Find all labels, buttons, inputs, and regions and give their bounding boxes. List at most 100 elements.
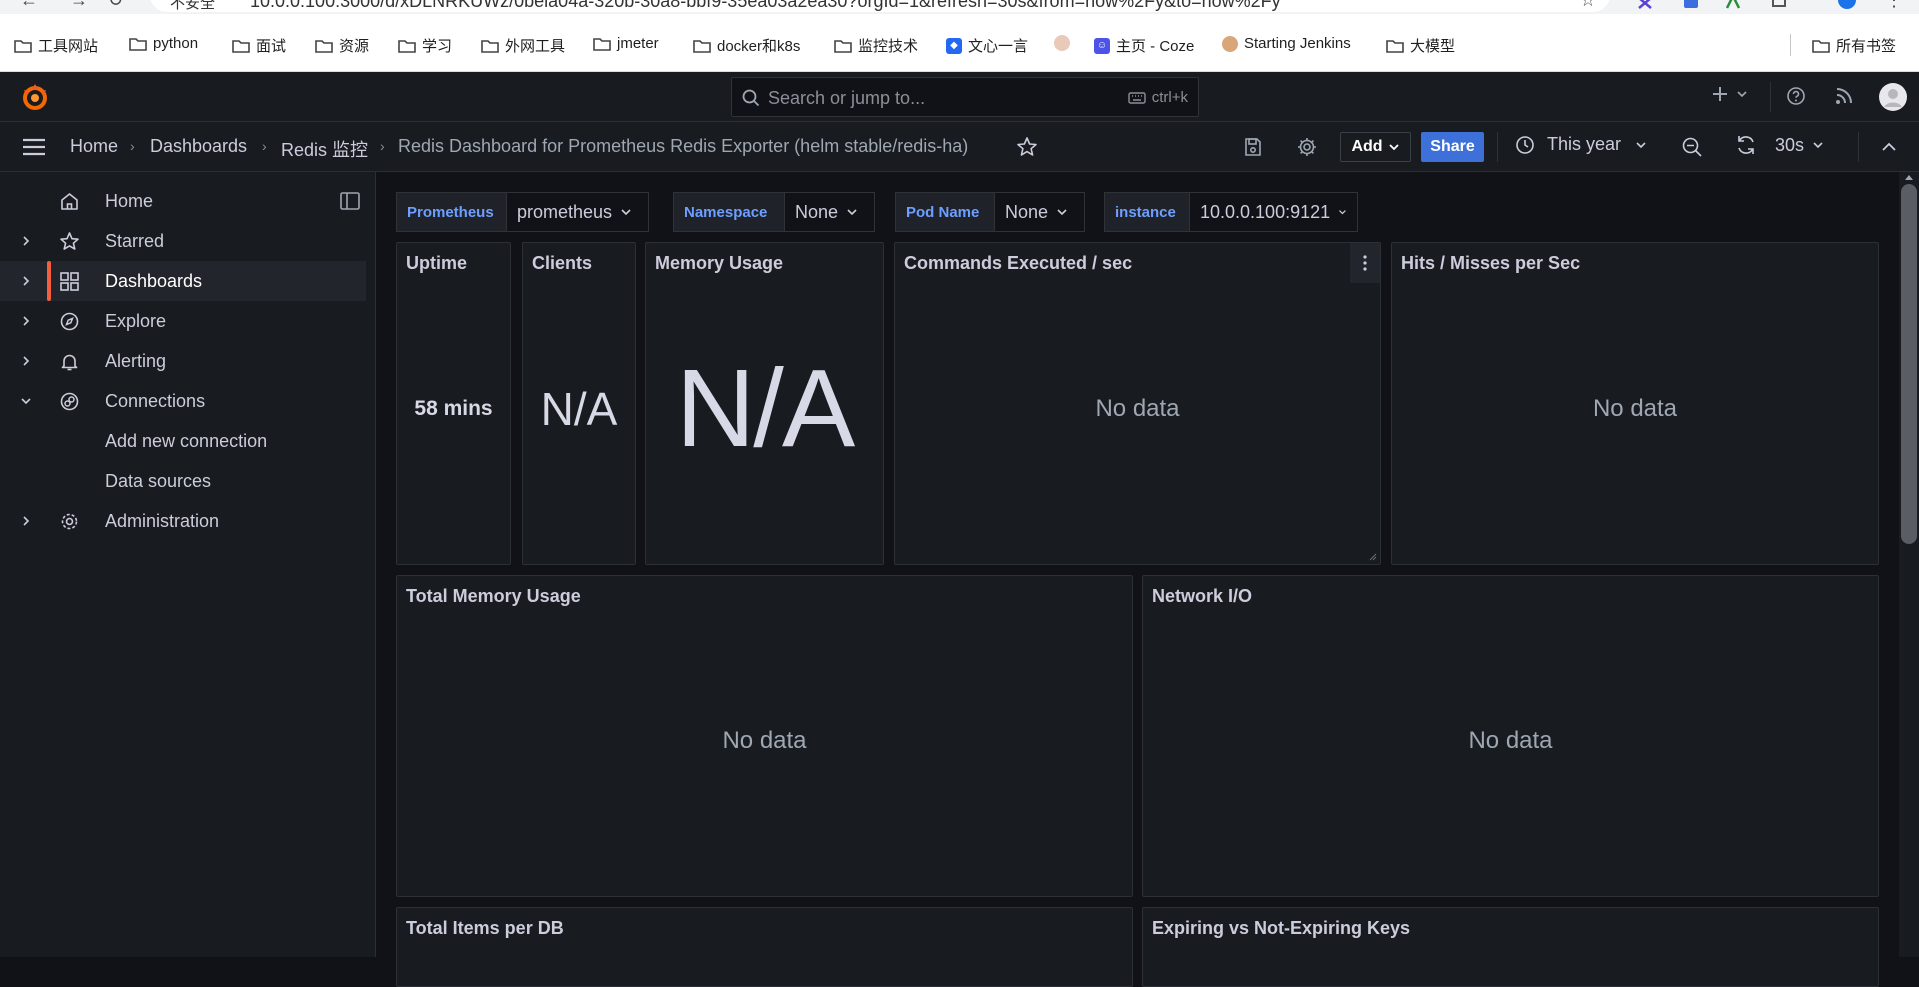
extension-icon[interactable]	[1636, 0, 1654, 10]
extension-icon[interactable]	[1724, 0, 1742, 10]
scroll-up-arrow[interactable]	[1905, 175, 1913, 180]
sidebar-item-connections[interactable]: Connections	[0, 381, 366, 421]
menu-icon[interactable]	[22, 137, 46, 157]
chevron-down-icon[interactable]	[1812, 139, 1824, 151]
news-feed-icon[interactable]	[1834, 86, 1854, 106]
sidebar-item-starred[interactable]: Starred	[0, 221, 366, 261]
search-input[interactable]: Search or jump to... ctrl+k	[731, 77, 1199, 117]
breadcrumb-dashboards[interactable]: Dashboards	[150, 136, 247, 157]
time-range-picker[interactable]: This year	[1515, 134, 1647, 155]
star-icon[interactable]	[1016, 136, 1038, 158]
bookmark-folder[interactable]: docker和k8s	[693, 35, 800, 56]
breadcrumb-separator: ›	[380, 138, 385, 154]
sidebar-item-dashboards[interactable]: Dashboards	[0, 261, 366, 301]
bookmark-folder[interactable]: 外网工具	[481, 35, 565, 56]
zoom-out-icon[interactable]	[1681, 136, 1703, 158]
grafana-logo-icon[interactable]	[20, 82, 50, 112]
chevron-right-icon[interactable]	[19, 234, 33, 248]
profile-icon[interactable]	[1838, 0, 1856, 10]
resize-handle-icon[interactable]	[1369, 553, 1377, 561]
browser-menu-icon[interactable]: ⋮	[1885, 0, 1903, 11]
sidebar-item-label: Administration	[105, 511, 220, 531]
help-icon[interactable]	[1786, 86, 1806, 106]
stat-value: N/A	[540, 382, 618, 435]
bookmark-label: 面试	[256, 38, 287, 55]
panel-clients[interactable]: Clients N/A	[522, 242, 636, 565]
panel-commands-executed[interactable]: Commands Executed / sec No data	[894, 242, 1381, 565]
refresh-picker[interactable]: 30s	[1735, 134, 1824, 156]
bookmark-folder[interactable]: 工具网站	[14, 35, 98, 56]
sidebar-item-alerting[interactable]: Alerting	[0, 341, 366, 381]
settings-gear-icon[interactable]	[1296, 136, 1318, 158]
panel-network-io[interactable]: Network I/O No data	[1142, 575, 1879, 897]
bookmark-link[interactable]: Starting Jenkins	[1222, 35, 1351, 52]
chevron-right-icon[interactable]	[19, 514, 33, 528]
breadcrumb-folder[interactable]: Redis 监控	[281, 136, 368, 162]
panel-hits-misses[interactable]: Hits / Misses per Sec No data	[1391, 242, 1879, 565]
panel-total-items-per-db[interactable]: Total Items per DB	[396, 907, 1133, 987]
panel-title: Network I/O	[1152, 586, 1253, 606]
bookmark-folder[interactable]: 资源	[315, 35, 369, 56]
bookmark-folder[interactable]: 学习	[398, 35, 452, 56]
security-warning[interactable]: 不安全	[170, 0, 215, 13]
variable-select-prometheus[interactable]: prometheus	[507, 192, 649, 232]
bookmark-link[interactable]	[1054, 35, 1070, 51]
scrollbar-thumb[interactable]	[1901, 184, 1917, 544]
bookmark-label: 外网工具	[505, 38, 566, 55]
panel-memory-usage[interactable]: Memory Usage N/A	[645, 242, 884, 565]
sidebar-item-home[interactable]: Home	[0, 181, 366, 221]
variable-select-instance[interactable]: 10.0.0.100:9121	[1190, 192, 1358, 232]
bookmark-link[interactable]: ◆ 文心一言	[946, 35, 1028, 56]
bookmark-link[interactable]: ☺ 主页 - Coze	[1094, 35, 1194, 56]
share-button[interactable]: Share	[1421, 132, 1484, 162]
page-scrollbar[interactable]	[1899, 172, 1919, 957]
panel-title: Uptime	[406, 253, 468, 273]
extensions-puzzle-icon[interactable]	[1770, 0, 1788, 10]
bookmark-folder[interactable]: 面试	[232, 35, 286, 56]
chevron-down-icon[interactable]	[19, 394, 33, 408]
new-button[interactable]	[1710, 84, 1748, 104]
breadcrumb-home[interactable]: Home	[70, 136, 118, 157]
chevron-right-icon[interactable]	[19, 354, 33, 368]
panel-expiring-keys[interactable]: Expiring vs Not-Expiring Keys	[1142, 907, 1879, 987]
folder-icon	[1812, 39, 1830, 53]
extension-icon[interactable]	[1682, 0, 1700, 10]
stat-value: 58 mins	[414, 396, 493, 420]
forward-icon[interactable]: →	[70, 0, 88, 11]
browser-address-bar: ← → ↻ 不安全 10.0.0.100:3000/d/xDLNRKUWz/0b…	[0, 0, 1919, 14]
avatar[interactable]	[1878, 82, 1908, 112]
folder-icon	[315, 39, 333, 53]
panel-menu-button[interactable]	[1350, 243, 1380, 283]
keyboard-shortcut: ctrl+k	[1128, 89, 1188, 106]
sidebar-item-add-new-connection[interactable]: Add new connection	[0, 421, 366, 461]
back-icon[interactable]: ←	[20, 0, 38, 11]
chevron-down-icon	[1737, 91, 1747, 98]
bookmark-folder[interactable]: python	[129, 35, 198, 52]
variable-select-namespace[interactable]: None	[785, 192, 875, 232]
dashboards-grid-icon	[60, 272, 79, 291]
refresh-interval-label[interactable]: 30s	[1775, 135, 1804, 156]
chevron-up-icon[interactable]	[1878, 136, 1900, 158]
bookmark-folder[interactable]: 大模型	[1386, 35, 1455, 56]
panel-total-memory-usage[interactable]: Total Memory Usage No data	[396, 575, 1133, 897]
bookmark-star-icon[interactable]: ☆	[1580, 0, 1596, 11]
bookmark-folder[interactable]: jmeter	[593, 35, 659, 52]
all-bookmarks-folder[interactable]: 所有书签	[1812, 35, 1896, 56]
bookmark-folder[interactable]: 监控技术	[834, 35, 918, 56]
refresh-icon[interactable]	[1735, 134, 1757, 156]
url-text[interactable]: 10.0.0.100:3000/d/xDLNRKUWz/0bela04a-320…	[250, 0, 1281, 12]
url-input[interactable]: 不安全 10.0.0.100:3000/d/xDLNRKUWz/0bela04a…	[150, 0, 1610, 12]
chevron-right-icon[interactable]	[19, 274, 33, 288]
save-icon[interactable]	[1242, 136, 1264, 158]
variable-select-pod-name[interactable]: None	[995, 192, 1085, 232]
add-button[interactable]: Add	[1340, 132, 1411, 162]
sidebar-item-data-sources[interactable]: Data sources	[0, 461, 366, 501]
chevron-right-icon[interactable]	[19, 314, 33, 328]
sidebar-item-administration[interactable]: Administration	[0, 501, 366, 541]
reload-icon[interactable]: ↻	[108, 0, 123, 11]
sidebar-nav: Home Starred Dashboards Explore Alerting…	[0, 172, 376, 957]
bookmark-label: 工具网站	[38, 38, 99, 55]
sidebar-item-explore[interactable]: Explore	[0, 301, 366, 341]
variable-value: None	[1005, 201, 1049, 222]
panel-uptime[interactable]: Uptime 58 mins	[396, 242, 511, 565]
